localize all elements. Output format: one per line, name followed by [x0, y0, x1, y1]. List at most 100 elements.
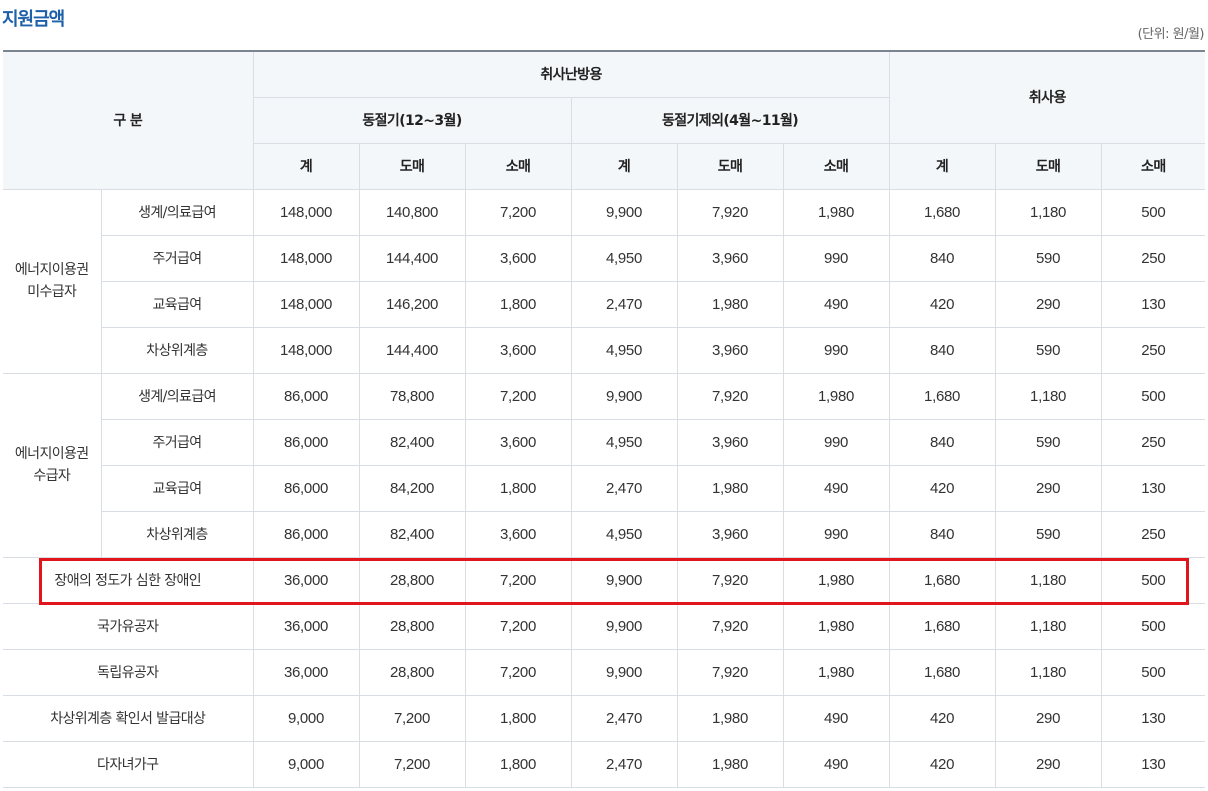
- value-cell: 420: [888, 740, 996, 788]
- value-cell: 146,200: [358, 280, 466, 328]
- value-cell: 420: [888, 694, 996, 742]
- value-cell: 290: [994, 464, 1102, 512]
- table-row: 주거급여 86,000 82,400 3,600 4,950 3,960 990 840 590…: [3, 418, 1206, 466]
- table-row: 국가유공자 36,000 28,800 7,200 9,900 7,920 1,980 1,6…: [3, 602, 1206, 650]
- table-row: 독립유공자 36,000 28,800 7,200 9,900 7,920 1,980 1,6…: [3, 648, 1206, 696]
- row-label: 국가유공자: [3, 602, 254, 650]
- value-cell: 3,600: [464, 234, 572, 282]
- value-cell: 9,900: [570, 556, 678, 604]
- value-cell: 990: [782, 234, 890, 282]
- value-cell: 148,000: [252, 326, 360, 374]
- value-cell: 1,980: [782, 556, 890, 604]
- support-amount-table: 구 분 취사난방용 취사용 동절기(12~3월) 동절기제외(4월~11월) 계…: [3, 50, 1206, 788]
- value-cell: 3,600: [464, 510, 572, 558]
- value-cell: 990: [782, 326, 890, 374]
- value-cell: 130: [1100, 464, 1206, 512]
- value-cell: 1,980: [782, 188, 890, 236]
- header-retail: 소매: [782, 142, 890, 190]
- value-cell: 840: [888, 326, 996, 374]
- value-cell: 1,680: [888, 372, 996, 420]
- table-row: 차상위계층 148,000 144,400 3,600 4,950 3,960 990 840…: [3, 326, 1206, 374]
- value-cell: 1,680: [888, 556, 996, 604]
- value-cell: 1,180: [994, 556, 1102, 604]
- header-winter: 동절기(12~3월): [253, 96, 572, 144]
- row-label: 주거급여: [101, 418, 254, 466]
- value-cell: 250: [1100, 234, 1206, 282]
- header-wholesale: 도매: [676, 142, 784, 190]
- value-cell: 590: [994, 234, 1102, 282]
- row-label: 차상위계층 확인서 발급대상: [3, 694, 254, 742]
- value-cell: 1,180: [994, 188, 1102, 236]
- value-cell: 86,000: [252, 418, 360, 466]
- value-cell: 3,600: [464, 418, 572, 466]
- value-cell: 250: [1100, 326, 1206, 374]
- group-label: 에너지이용권 수급자: [3, 372, 102, 558]
- value-cell: 86,000: [252, 510, 360, 558]
- value-cell: 36,000: [252, 648, 360, 696]
- header-non-winter: 동절기제외(4월~11월): [570, 96, 890, 144]
- value-cell: 490: [782, 464, 890, 512]
- value-cell: 3,960: [676, 234, 784, 282]
- value-cell: 7,920: [676, 188, 784, 236]
- value-cell: 990: [782, 510, 890, 558]
- value-cell: 7,200: [464, 648, 572, 696]
- value-cell: 148,000: [252, 234, 360, 282]
- value-cell: 500: [1100, 602, 1206, 650]
- header-wholesale: 도매: [994, 142, 1102, 190]
- row-label: 생계/의료급여: [100, 188, 254, 236]
- group-label: 에너지이용권 미수급자: [3, 188, 102, 374]
- value-cell: 28,800: [358, 648, 466, 696]
- value-cell: 9,900: [570, 648, 678, 696]
- header-category: 구 분: [3, 50, 254, 190]
- value-cell: 9,900: [570, 602, 678, 650]
- table-row: 장애의 정도가 심한 장애인 36,000 28,800 7,200 9,900 7,92…: [3, 556, 1206, 604]
- value-cell: 36,000: [252, 602, 360, 650]
- value-cell: 144,400: [358, 326, 466, 374]
- row-label: 교육급여: [101, 464, 254, 512]
- value-cell: 2,470: [570, 694, 678, 742]
- value-cell: 84,200: [358, 464, 466, 512]
- value-cell: 7,200: [464, 556, 572, 604]
- value-cell: 1,180: [994, 648, 1102, 696]
- unit-note: (단위: 원/월): [1137, 27, 1205, 42]
- value-cell: 290: [994, 694, 1102, 742]
- value-cell: 144,400: [358, 234, 466, 282]
- value-cell: 490: [782, 694, 890, 742]
- table-row: 주거급여 148,000 144,400 3,600 4,950 3,960 990 840 5…: [3, 234, 1206, 282]
- value-cell: 500: [1100, 372, 1206, 420]
- value-cell: 86,000: [252, 372, 360, 420]
- value-cell: 1,980: [782, 648, 890, 696]
- value-cell: 7,920: [676, 648, 784, 696]
- value-cell: 9,900: [570, 372, 678, 420]
- value-cell: 140,800: [358, 188, 466, 236]
- value-cell: 148,000: [252, 280, 360, 328]
- value-cell: 36,000: [252, 556, 360, 604]
- value-cell: 1,980: [782, 372, 890, 420]
- row-label: 주거급여: [101, 234, 254, 282]
- value-cell: 290: [994, 280, 1102, 328]
- header-retail: 소매: [1100, 142, 1206, 190]
- row-label: 교육급여: [101, 280, 254, 328]
- value-cell: 2,470: [570, 464, 678, 512]
- value-cell: 130: [1100, 694, 1206, 742]
- value-cell: 4,950: [570, 418, 678, 466]
- table-row: 다자녀가구 9,000 7,200 1,800 2,470 1,980 490 420 290 1…: [3, 740, 1206, 788]
- table-row: 에너지이용권 미수급자 생계/의료급여 148,000 140,800 7,200 9,90…: [3, 188, 1206, 374]
- value-cell: 9,900: [570, 188, 678, 236]
- value-cell: 130: [1100, 280, 1206, 328]
- table-row: 차상위계층 86,000 82,400 3,600 4,950 3,960 990 840 59…: [3, 510, 1206, 558]
- value-cell: 7,200: [358, 740, 466, 788]
- value-cell: 7,920: [676, 556, 784, 604]
- value-cell: 148,000: [252, 188, 360, 236]
- table-row: 에너지이용권 수급자 생계/의료급여 86,000 78,800 7,200 9,900 7,…: [3, 372, 1206, 558]
- value-cell: 990: [782, 418, 890, 466]
- value-cell: 1,800: [464, 694, 572, 742]
- value-cell: 1,980: [676, 740, 784, 788]
- value-cell: 82,400: [358, 510, 466, 558]
- header-wholesale: 도매: [358, 142, 466, 190]
- value-cell: 82,400: [358, 418, 466, 466]
- value-cell: 3,960: [676, 418, 784, 466]
- header-total: 계: [253, 142, 360, 190]
- value-cell: 1,980: [676, 464, 784, 512]
- value-cell: 28,800: [358, 602, 466, 650]
